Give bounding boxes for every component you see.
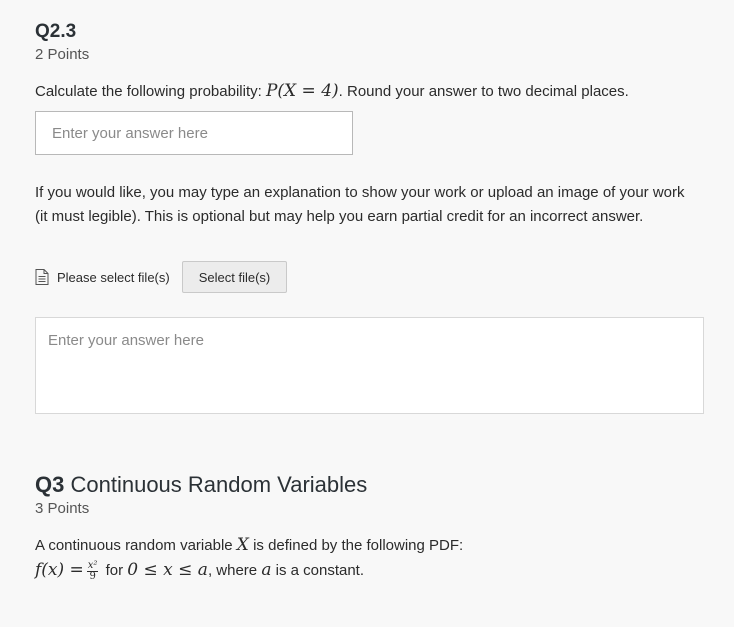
select-files-button[interactable]: Select file(s)	[181, 261, 288, 293]
pdf-definition: f(x) = x² 9 for 0 ≤ x ≤ a, where a is a co…	[35, 558, 364, 583]
desc-var: X	[236, 535, 249, 555]
prompt-text-before: Calculate the following probability:	[35, 83, 266, 100]
pdf-numerator: x²	[86, 559, 99, 572]
pdf-where: , where	[207, 562, 262, 579]
pdf-end: is a constant.	[271, 562, 365, 579]
section-name: Continuous Random Variables	[70, 472, 368, 497]
desc-text-before: A continuous random variable	[35, 537, 237, 554]
section-number: Q3	[35, 472, 65, 497]
explanation-textarea[interactable]	[35, 317, 704, 414]
file-upload-row: Please select file(s) Select file(s)	[35, 261, 288, 293]
prompt-math: P(X = 4)	[265, 81, 339, 101]
section-points: 3 Points	[35, 500, 90, 517]
document-icon	[35, 269, 49, 285]
pdf-fraction: x² 9	[86, 559, 99, 582]
section-title: Q3 Continuous Random Variables	[35, 472, 367, 498]
question-title: Q2.3	[35, 21, 77, 42]
prompt-text-after: . Round your answer to two decimal place…	[338, 83, 629, 100]
pdf-for: for	[101, 562, 128, 579]
pdf-range: 0 ≤ x ≤ a	[127, 560, 208, 580]
pdf-lhs: f(x) =	[35, 560, 84, 580]
section-description: A continuous random variable X is define…	[35, 533, 463, 558]
question-points: 2 Points	[35, 46, 90, 63]
file-status-label: Please select file(s)	[57, 269, 170, 285]
desc-text-after: is defined by the following PDF:	[248, 537, 464, 554]
pdf-constant: a	[261, 560, 272, 580]
question-prompt: Calculate the following probability: P(X…	[35, 79, 629, 104]
pdf-denominator: 9	[89, 570, 96, 582]
explanation-instructions: If you would like, you may type an expla…	[35, 184, 685, 225]
answer-input[interactable]	[35, 111, 353, 155]
